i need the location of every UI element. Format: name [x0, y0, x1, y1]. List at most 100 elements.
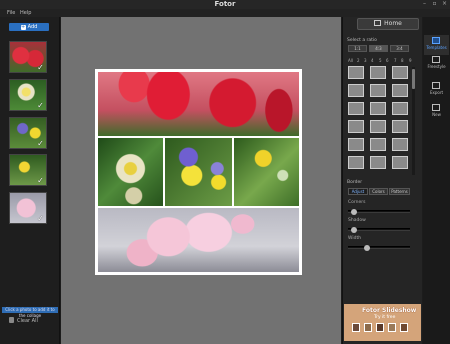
sidebar-item-label: Templates	[426, 45, 447, 50]
sidebar-item-label: Freestyle	[427, 64, 446, 69]
checkmark-icon: ✓	[37, 176, 44, 185]
scrollbar-thumb[interactable]	[412, 69, 415, 89]
photo-panel: + Add ✓ ✓ ✓ ✓ ✓ Click a photo to add it t…	[0, 17, 60, 344]
corners-label: Corners	[348, 200, 366, 205]
ad-photo-thumbnail	[388, 323, 396, 332]
add-button[interactable]: + Add	[9, 23, 49, 31]
window-title: Fotor	[214, 0, 236, 8]
template-thumbnail[interactable]	[348, 66, 364, 79]
width-slider-knob[interactable]	[363, 245, 370, 251]
tab-adjust[interactable]: Adjust	[348, 188, 368, 195]
template-thumbnail[interactable]	[370, 102, 386, 115]
minimize-icon[interactable]: –	[421, 1, 428, 7]
ratio-tab-1-1[interactable]: 1:1	[348, 45, 367, 52]
sidebar-item-templates[interactable]: Templates	[424, 35, 449, 55]
template-thumbnail[interactable]	[370, 66, 386, 79]
ratio-tab-4-3[interactable]: 4:3	[369, 45, 388, 52]
count-8[interactable]: 8	[401, 58, 404, 64]
shadow-label: Shadow	[348, 218, 366, 223]
collage-photo-pink-flowers[interactable]	[98, 208, 299, 272]
template-thumbnail[interactable]	[392, 156, 408, 169]
close-icon[interactable]: ×	[441, 1, 448, 7]
sidebar-item-new[interactable]: New	[424, 102, 449, 122]
menu-bar: File Help	[0, 9, 450, 17]
collage-photo-tulips[interactable]	[98, 72, 299, 136]
template-thumbnail[interactable]	[370, 138, 386, 151]
menu-help[interactable]: Help	[20, 9, 31, 17]
collage[interactable]	[95, 69, 302, 275]
ad-photo-thumbnail	[376, 323, 384, 332]
photo-thumbnail-pansies[interactable]: ✓	[9, 117, 47, 149]
template-thumbnail[interactable]	[392, 102, 408, 115]
count-9[interactable]: 9	[409, 58, 412, 64]
menu-file[interactable]: File	[7, 9, 15, 17]
count-7[interactable]: 7	[394, 58, 397, 64]
template-scrollbar[interactable]	[412, 67, 415, 175]
ad-photo-thumbnail	[352, 323, 360, 332]
template-thumbnail[interactable]	[392, 120, 408, 133]
template-thumbnail[interactable]	[370, 84, 386, 97]
collage-photo-yellow-pansy[interactable]	[234, 138, 299, 206]
ratio-label: Select a ratio	[347, 38, 377, 43]
corners-slider-knob[interactable]	[350, 209, 357, 215]
checkmark-icon: ✓	[37, 101, 44, 110]
add-button-label: Add	[27, 24, 38, 30]
photo-thumbnail-pink-flowers[interactable]: ✓	[9, 192, 47, 224]
mode-sidebar: Templates Freestyle Export New	[423, 17, 450, 344]
count-3[interactable]: 3	[364, 58, 367, 64]
template-thumbnail[interactable]	[348, 84, 364, 97]
tab-patterns[interactable]: Patterns	[389, 188, 410, 195]
ratio-tab-3-4[interactable]: 3:4	[390, 45, 409, 52]
corners-slider[interactable]	[348, 209, 410, 215]
shadow-slider[interactable]	[348, 227, 410, 233]
photo-thumbnail-tulips[interactable]: ✓	[9, 41, 47, 73]
photo-thumbnail-primula[interactable]: ✓	[9, 79, 47, 111]
export-icon	[432, 82, 440, 89]
clear-all-button[interactable]: Clear All	[9, 317, 49, 326]
width-slider[interactable]	[348, 245, 410, 251]
template-thumbnail[interactable]	[392, 66, 408, 79]
freestyle-icon	[432, 56, 440, 63]
template-thumbnail[interactable]	[392, 84, 408, 97]
ratio-tabs: 1:1 4:3 3:4	[348, 45, 409, 52]
count-all[interactable]: All	[348, 58, 353, 64]
maximize-icon[interactable]: ▫	[431, 1, 438, 7]
count-2[interactable]: 2	[357, 58, 360, 64]
template-grid	[348, 66, 410, 176]
border-tabs: Adjust Colors Patterns	[348, 188, 410, 195]
templates-icon	[432, 37, 440, 44]
sidebar-item-label: Export	[429, 90, 444, 95]
home-label: Home	[384, 20, 402, 27]
ad-photo-thumbnail	[400, 323, 408, 332]
photo-thumbnail-yellow-pansy[interactable]: ✓	[9, 154, 47, 186]
template-thumbnail[interactable]	[370, 156, 386, 169]
count-6[interactable]: 6	[386, 58, 389, 64]
template-thumbnail[interactable]	[370, 120, 386, 133]
collage-photo-primula[interactable]	[98, 138, 163, 206]
sidebar-item-label: New	[432, 112, 441, 117]
slideshow-ad-banner[interactable]: Fotor Slideshow Try it free	[344, 304, 421, 341]
home-icon	[374, 20, 382, 26]
title-bar: Fotor – ▫ ×	[0, 0, 450, 9]
tab-colors[interactable]: Colors	[369, 188, 388, 195]
home-button[interactable]: Home	[357, 18, 419, 30]
template-thumbnail[interactable]	[348, 120, 364, 133]
template-thumbnail[interactable]	[348, 102, 364, 115]
ad-subtitle: Try it free	[374, 315, 396, 320]
count-4[interactable]: 4	[371, 58, 374, 64]
sidebar-item-freestyle[interactable]: Freestyle	[424, 54, 449, 74]
collage-photo-pansies[interactable]	[165, 138, 232, 206]
template-thumbnail[interactable]	[392, 138, 408, 151]
template-thumbnail[interactable]	[348, 156, 364, 169]
ad-title: Fotor Slideshow	[362, 307, 417, 314]
ad-photo-thumbnail	[364, 323, 372, 332]
checkmark-icon: ✓	[37, 139, 44, 148]
shadow-slider-knob[interactable]	[350, 227, 357, 233]
border-label: Border	[347, 180, 363, 185]
trash-icon	[9, 317, 14, 323]
sidebar-item-export[interactable]: Export	[424, 80, 449, 100]
template-panel: Home Select a ratio 1:1 4:3 3:4 All 2 3 …	[342, 17, 422, 344]
checkmark-icon: ✓	[37, 214, 44, 223]
count-5[interactable]: 5	[379, 58, 382, 64]
template-thumbnail[interactable]	[348, 138, 364, 151]
